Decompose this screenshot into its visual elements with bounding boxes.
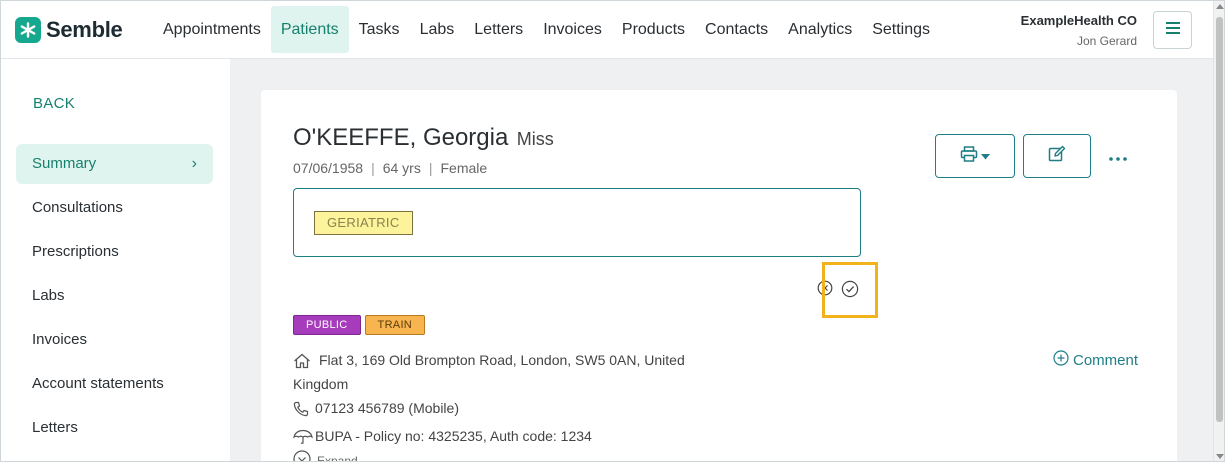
patient-insurance: BUPA - Policy no: 4325235, Auth code: 12… [315, 428, 592, 444]
nav-invoices[interactable]: Invoices [533, 6, 612, 53]
sidebar-item-letters[interactable]: Letters [16, 408, 213, 448]
sidebar-item-summary[interactable]: Summary › [16, 144, 213, 184]
nav-analytics[interactable]: Analytics [778, 6, 862, 53]
hamburger-menu-icon [1165, 21, 1181, 40]
nav-tasks[interactable]: Tasks [349, 6, 410, 53]
phone-row: 07123 456789 (Mobile) [293, 396, 733, 424]
sidebar-item-label: Invoices [32, 331, 88, 348]
org-name: ExampleHealth CO [1020, 13, 1137, 28]
sidebar-item-label: Prescriptions [32, 243, 119, 260]
patient-name: O'KEEFFE, Georgia [293, 124, 509, 151]
nav-products[interactable]: Products [612, 6, 695, 53]
nav-appointments[interactable]: Appointments [153, 6, 271, 53]
app-window: Semble Appointments Patients Tasks Labs … [0, 0, 1225, 462]
insurance-row: BUPA - Policy no: 4325235, Auth code: 12… [293, 424, 733, 452]
patient-dob: 07/06/1958 [293, 160, 364, 176]
scroll-up-icon[interactable] [1216, 4, 1224, 9]
sidebar-item-label: Summary [32, 155, 97, 172]
nav-settings[interactable]: Settings [862, 6, 940, 53]
meta-divider: | [371, 160, 375, 176]
phone-icon [293, 396, 315, 424]
nav-patients[interactable]: Patients [270, 6, 349, 53]
patient-contact-details: Flat 3, 169 Old Brompton Road, London, S… [293, 348, 733, 452]
sidebar-item-consultations[interactable]: Consultations [16, 188, 213, 228]
expand-details-button[interactable]: Expand [293, 450, 358, 462]
tag-train[interactable]: TRAIN [364, 315, 426, 335]
meta-divider: | [428, 160, 433, 176]
back-link[interactable]: BACK [33, 95, 75, 112]
patient-sidebar: BACK Summary › Consultations Prescriptio… [1, 59, 230, 461]
patient-meta: 07/06/1958 | 64 yrs | Female [293, 160, 487, 176]
patient-address: Flat 3, 169 Old Brompton Road, London, S… [293, 352, 685, 392]
alert-tag[interactable]: GERIATRIC [314, 211, 413, 235]
sidebar-item-label: Consultations [32, 199, 123, 216]
patient-title: Miss [516, 129, 554, 149]
patient-gender: Female [440, 160, 488, 176]
sidebar-item-invoices[interactable]: Invoices [16, 320, 213, 360]
focus-highlight-box [822, 262, 878, 318]
main-menu-button[interactable] [1153, 11, 1192, 49]
sidebar-item-label: Letters [32, 419, 78, 436]
print-button[interactable] [935, 134, 1015, 178]
brand-name: Semble [46, 17, 123, 42]
patient-header: O'KEEFFE, Georgia Miss [293, 124, 554, 152]
scroll-down-icon[interactable] [1216, 454, 1224, 459]
scroll-thumb[interactable] [1216, 17, 1223, 422]
add-comment-button[interactable]: Comment [1053, 350, 1138, 370]
sidebar-item-label: Account statements [32, 375, 164, 392]
plus-circle-icon [1053, 350, 1069, 370]
patient-summary-card: O'KEEFFE, Georgia Miss 07/06/1958 | 64 yrs… [261, 90, 1177, 462]
sidebar-item-label: Labs [32, 287, 65, 304]
edit-patient-button[interactable] [1023, 134, 1091, 178]
expand-label: Expand [317, 453, 358, 462]
nav-labs[interactable]: Labs [410, 6, 465, 53]
sidebar-item-prescriptions[interactable]: Prescriptions [16, 232, 213, 272]
nav-letters[interactable]: Letters [464, 6, 533, 53]
caret-down-icon [981, 147, 990, 165]
more-options-icon [1109, 148, 1127, 166]
semble-logo-icon [15, 17, 41, 43]
chevron-right-icon: › [191, 155, 197, 172]
patient-age: 64 yrs [382, 160, 421, 176]
sidebar-item-account-statements[interactable]: Account statements [16, 364, 213, 404]
expand-icon [293, 450, 311, 461]
nav-contacts[interactable]: Contacts [695, 6, 778, 53]
printer-icon [960, 145, 978, 167]
patient-alerts-editor[interactable]: GERIATRIC [293, 188, 861, 257]
page-scrollbar[interactable] [1213, 1, 1224, 461]
address-row: Flat 3, 169 Old Brompton Road, London, S… [293, 348, 733, 396]
sidebar-item-labs[interactable]: Labs [16, 276, 213, 316]
main-nav: Appointments Patients Tasks Labs Letters… [153, 6, 940, 53]
edit-icon [1048, 145, 1066, 168]
top-bar: Semble Appointments Patients Tasks Labs … [1, 1, 1213, 59]
brand-logo[interactable]: Semble [15, 17, 123, 43]
user-name: Jon Gerard [1076, 34, 1137, 48]
umbrella-icon [293, 424, 315, 452]
more-options-button[interactable] [1103, 142, 1133, 172]
comment-label: Comment [1073, 351, 1139, 369]
account-info[interactable]: ExampleHealth CO Jon Gerard [1021, 13, 1137, 48]
patient-phone[interactable]: 07123 456789 (Mobile) [315, 396, 459, 420]
tag-public[interactable]: PUBLIC [293, 315, 361, 335]
patient-tags: PUBLIC TRAIN [293, 315, 426, 335]
